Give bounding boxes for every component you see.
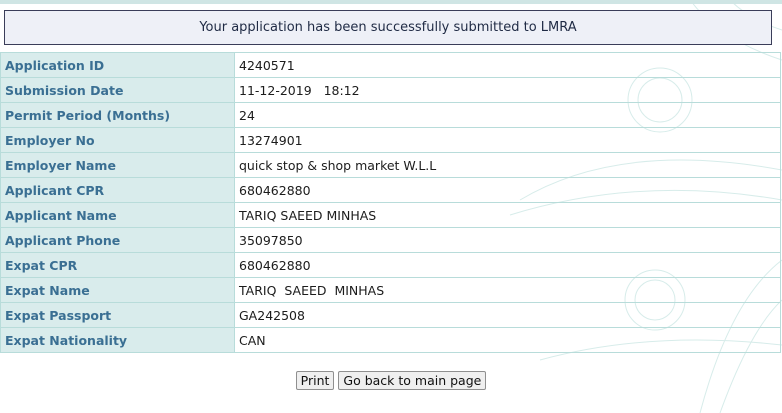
row-label: Expat Name [0, 277, 235, 303]
row-label: Expat Nationality [0, 327, 235, 353]
row-label: Expat Passport [0, 302, 235, 328]
row-label: Submission Date [0, 77, 235, 103]
row-value: 35097850 [234, 227, 781, 253]
row-value: GA242508 [234, 302, 781, 328]
row-value: 13274901 [234, 127, 781, 153]
table-row: Expat Nationality CAN [0, 327, 781, 353]
row-label: Application ID [0, 52, 235, 78]
table-row: Applicant CPR 680462880 [0, 177, 781, 203]
print-button[interactable]: Print [295, 371, 335, 390]
table-row: Submission Date 11-12-2019 18:12 [0, 77, 781, 103]
application-details-table: Application ID 4240571 Submission Date 1… [0, 52, 781, 353]
back-to-main-button[interactable]: Go back to main page [338, 371, 487, 390]
row-value: 11-12-2019 18:12 [234, 77, 781, 103]
row-value: 24 [234, 102, 781, 128]
success-message: Your application has been successfully s… [199, 20, 577, 35]
row-label: Applicant Phone [0, 227, 235, 253]
action-buttons: Print Go back to main page [0, 371, 782, 390]
table-row: Employer Name quick stop & shop market W… [0, 152, 781, 178]
table-row: Expat Passport GA242508 [0, 302, 781, 328]
top-border [0, 0, 782, 4]
table-row: Application ID 4240571 [0, 52, 781, 78]
row-value: TARIQ SAEED MINHAS [234, 202, 781, 228]
row-label: Expat CPR [0, 252, 235, 278]
row-label: Employer No [0, 127, 235, 153]
row-label: Applicant CPR [0, 177, 235, 203]
row-label: Applicant Name [0, 202, 235, 228]
row-value: 680462880 [234, 252, 781, 278]
success-banner: Your application has been successfully s… [4, 10, 772, 45]
table-row: Employer No 13274901 [0, 127, 781, 153]
table-row: Applicant Phone 35097850 [0, 227, 781, 253]
row-value: 4240571 [234, 52, 781, 78]
table-row: Expat Name TARIQ SAEED MINHAS [0, 277, 781, 303]
row-label: Permit Period (Months) [0, 102, 235, 128]
table-row: Permit Period (Months) 24 [0, 102, 781, 128]
table-row: Expat CPR 680462880 [0, 252, 781, 278]
table-row: Applicant Name TARIQ SAEED MINHAS [0, 202, 781, 228]
row-value: quick stop & shop market W.L.L [234, 152, 781, 178]
row-value: TARIQ SAEED MINHAS [234, 277, 781, 303]
row-value: 680462880 [234, 177, 781, 203]
row-value: CAN [234, 327, 781, 353]
row-label: Employer Name [0, 152, 235, 178]
